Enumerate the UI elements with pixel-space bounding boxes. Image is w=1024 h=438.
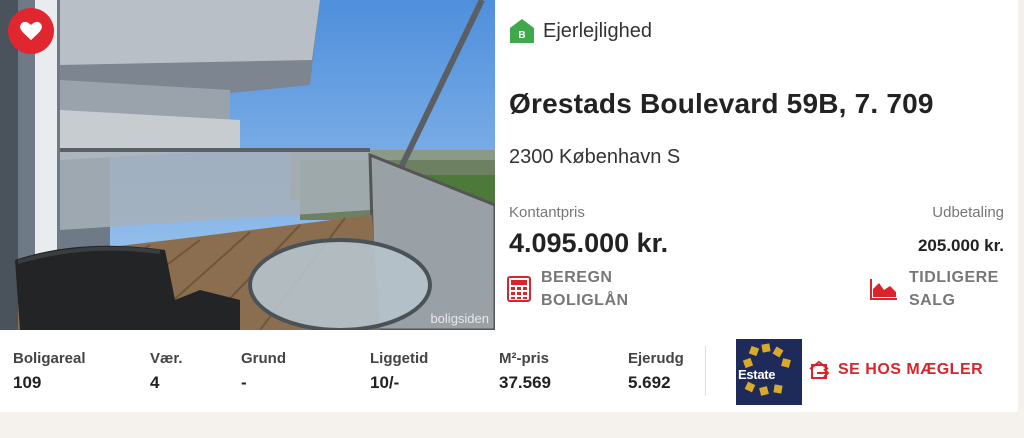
property-type-badge: B [518, 30, 525, 41]
down-payment-value: 205.000 kr. [917, 236, 1004, 255]
calculator-icon [507, 276, 531, 302]
down-payment-label: Udbetaling [932, 204, 1004, 221]
listing-photo[interactable]: boligsiden [0, 0, 495, 330]
property-type: B Ejerlejlighed [509, 18, 652, 44]
listing-address[interactable]: Ørestads Boulevard 59B, 7. 709 [509, 88, 934, 120]
see-at-agent-button[interactable]: SE HOS MÆGLER [808, 360, 983, 380]
previous-sales-button[interactable]: TIDLIGERE SALG [869, 266, 999, 312]
stats-divider [705, 346, 706, 396]
property-type-label: Ejerlejlighed [543, 19, 652, 42]
price-label: Kontantpris [509, 204, 585, 221]
calculate-loan-button[interactable]: BEREGN BOLIGLÅN [507, 266, 629, 312]
see-at-agent-label: SE HOS MÆGLER [838, 361, 984, 378]
agent-logo[interactable]: Estate [736, 339, 802, 405]
listing-stats: Boligareal 109 Vær. 4 Grund - Liggetid 1… [0, 330, 1018, 412]
stat-m2-price: M²-pris 37.569 [499, 350, 551, 392]
listing-card[interactable]: boligsiden B Ejerlejlighed Ørestads Boul… [0, 0, 1018, 412]
balcony-photo-illustration [0, 0, 495, 330]
stat-grund: Grund - [241, 350, 286, 392]
stat-liggetid: Liggetid 10/- [370, 350, 429, 392]
listing-city: 2300 København S [509, 146, 681, 168]
previous-sales-label: TIDLIGERE SALG [909, 269, 999, 309]
price-value: 4.095.000 kr. [509, 228, 669, 258]
house-icon: B [510, 19, 534, 43]
stat-boligareal: Boligareal 109 [13, 350, 86, 392]
agent-logo-text: Estate [738, 367, 776, 382]
listing-info: B Ejerlejlighed Ørestads Boulevard 59B, … [495, 0, 1018, 330]
calculate-loan-label: BEREGN BOLIGLÅN [541, 269, 629, 309]
stat-rooms: Vær. 4 [150, 350, 183, 392]
favorite-button[interactable] [8, 8, 54, 54]
external-link-icon [809, 360, 830, 379]
heart-icon [20, 21, 42, 41]
stat-ejerudg: Ejerudg 5.692 [628, 350, 684, 392]
photo-watermark: boligsiden [430, 311, 489, 326]
area-chart-icon [870, 279, 897, 300]
